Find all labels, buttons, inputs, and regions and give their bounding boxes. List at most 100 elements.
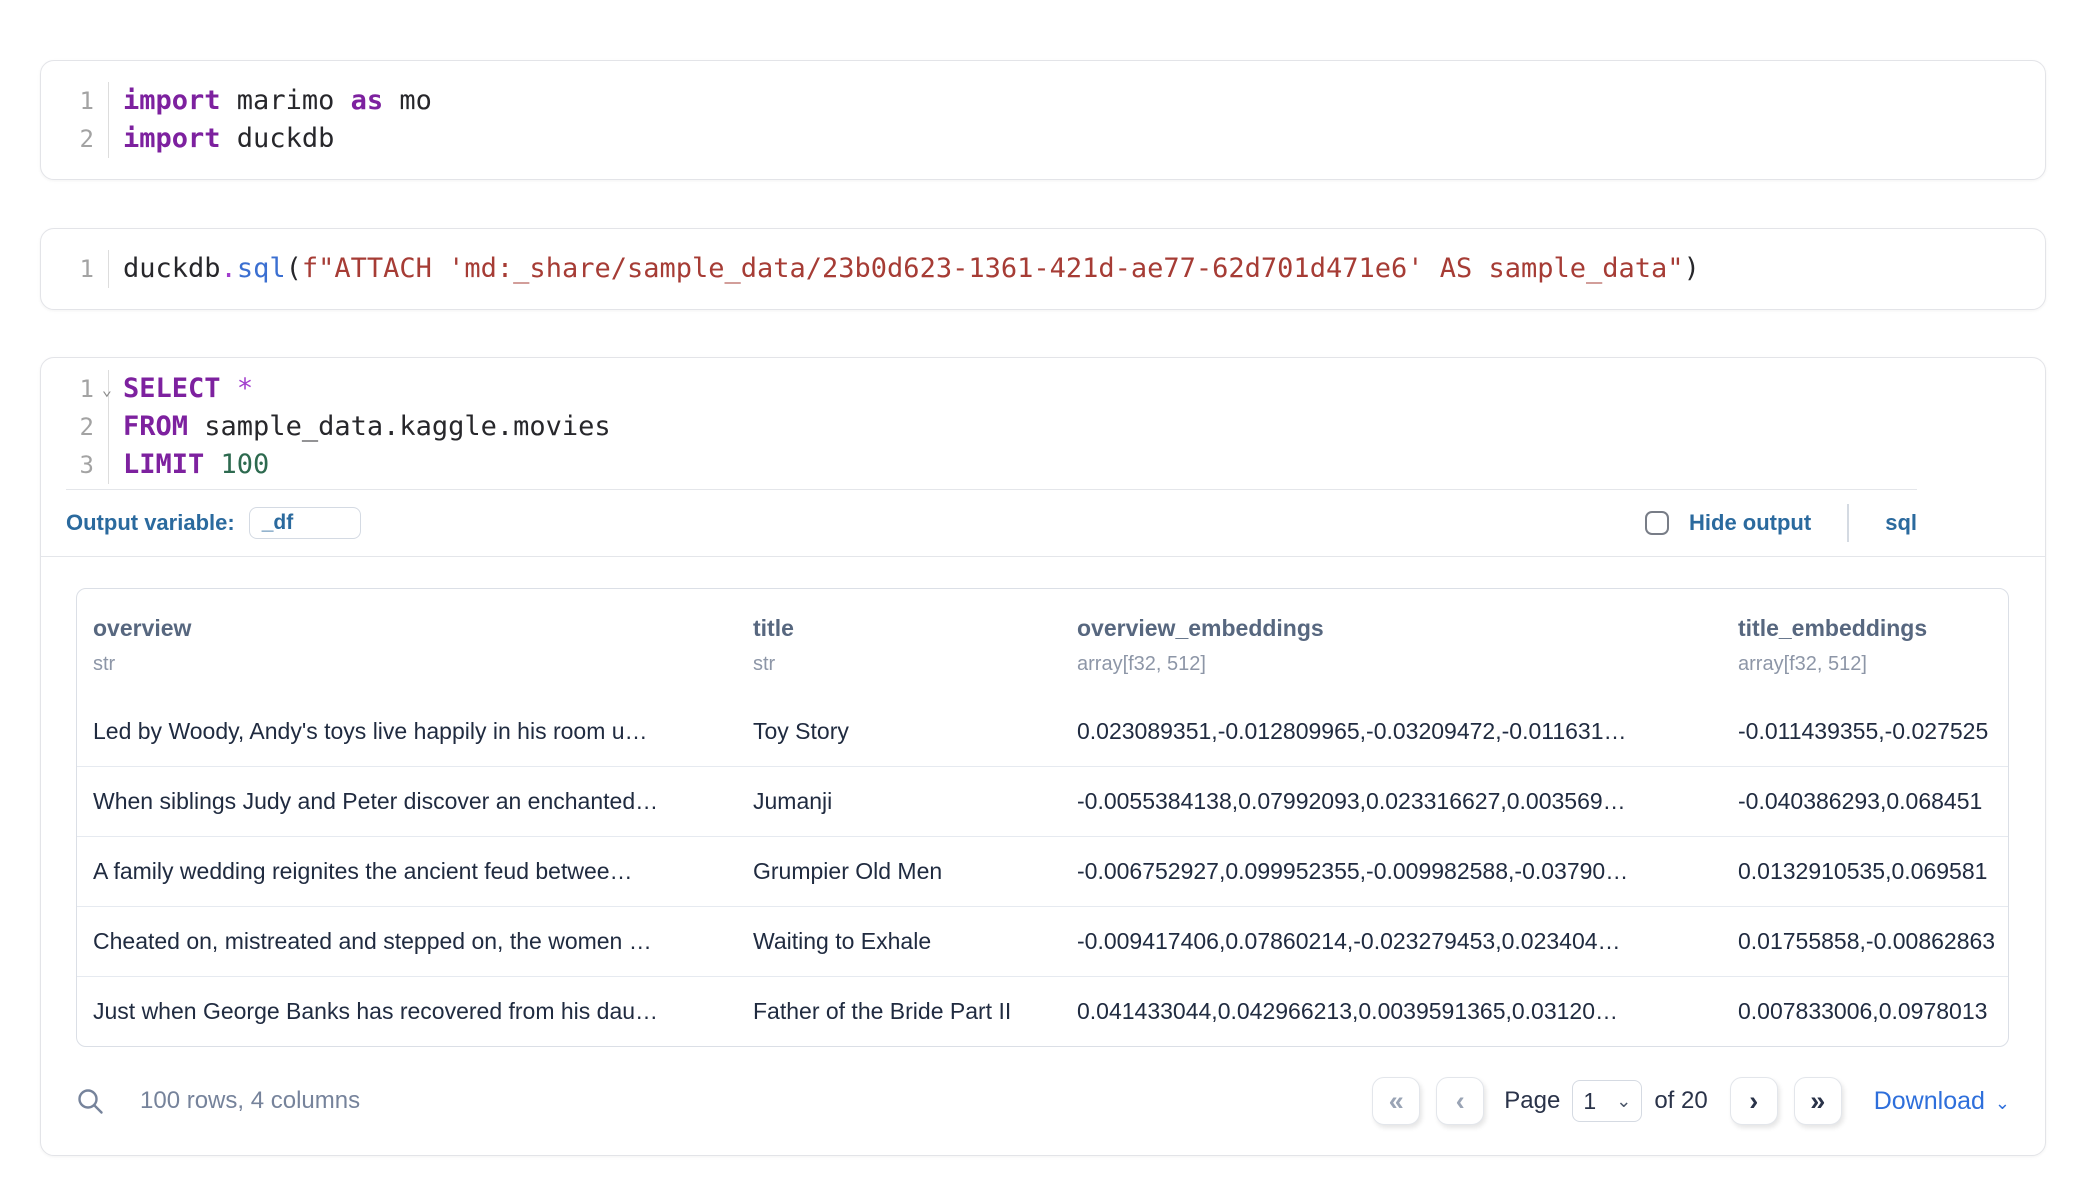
table-header-row: overview str title str overview_embeddingsar… — [77, 589, 2008, 697]
table-body: Led by Woody, Andy's toys live happily i… — [77, 697, 2008, 1046]
table-row[interactable]: When siblings Judy and Peter discover an… — [77, 766, 2008, 836]
code-token: * — [237, 373, 253, 404]
dataframe-table: overview str title str overview_embeddingsar… — [76, 588, 2009, 1047]
code-token: ) — [1684, 253, 1700, 284]
code-token: import — [123, 123, 221, 154]
code-token: sql — [237, 253, 286, 284]
next-page-button[interactable]: › — [1730, 1077, 1778, 1125]
line-number: 3 — [41, 446, 108, 484]
table-cell[interactable]: Father of the Bride Part II — [737, 977, 1061, 1046]
hide-output-checkbox[interactable] — [1645, 511, 1669, 535]
table-cell[interactable]: -0.011439355,-0.027525 — [1722, 697, 2008, 766]
table-cell[interactable]: 0.0132910535,0.069581 — [1722, 837, 2008, 906]
table-cell[interactable]: 0.01755858,-0.00862863 — [1722, 907, 2008, 976]
table-column-header[interactable]: title str — [737, 589, 1061, 697]
page-total-label: of 20 — [1654, 1087, 1707, 1115]
code-token: marimo — [221, 85, 351, 116]
line-number: 1 — [41, 250, 108, 288]
column-type: str — [93, 651, 721, 677]
chevron-down-icon: ⌄ — [1616, 1091, 1631, 1112]
line-number-gutter: 12 — [41, 82, 109, 158]
column-name: title — [753, 613, 1045, 643]
table-footer: 100 rows, 4 columns « ‹ Page 1 ⌄ of 20 ›… — [41, 1047, 2045, 1155]
table-cell[interactable]: -0.009417406,0.07860214,-0.023279453,0.0… — [1061, 907, 1722, 976]
code-token: f"ATTACH 'md:_share/sample_data/23b0d623… — [302, 253, 1684, 284]
table-cell[interactable]: -0.0055384138,0.07992093,0.023316627,0.0… — [1061, 767, 1722, 836]
table-cell[interactable]: Waiting to Exhale — [737, 907, 1061, 976]
code-token: SELECT — [123, 373, 221, 404]
code-line: FROM sample_data.kaggle.movies — [123, 408, 2045, 446]
output-variable-label: Output variable: — [66, 510, 235, 536]
double-chevron-left-icon: « — [1389, 1088, 1404, 1115]
table-cell[interactable]: -0.040386293,0.068451 — [1722, 767, 2008, 836]
column-name: overview_embeddings — [1077, 613, 1706, 643]
code-token — [204, 449, 220, 480]
pagination-controls: « ‹ Page 1 ⌄ of 20 › » Download ⌄ — [1372, 1077, 2010, 1125]
download-button[interactable]: Download ⌄ — [1874, 1087, 2010, 1116]
table-column-header[interactable]: overview_embeddings array[f32, 512] — [1061, 589, 1722, 697]
code-editor[interactable]: 1 duckdb.sql(f"ATTACH 'md:_share/sample_… — [41, 229, 2045, 309]
table-cell[interactable]: Cheated on, mistreated and stepped on, t… — [77, 907, 737, 976]
table-cell[interactable]: Toy Story — [737, 697, 1061, 766]
prev-page-button[interactable]: ‹ — [1436, 1077, 1484, 1125]
table-column-header[interactable]: overview str — [77, 589, 737, 697]
column-type: str — [753, 651, 1045, 677]
column-type: array[f32, 512] — [1077, 651, 1706, 677]
code-token: sample_data.kaggle.movies — [188, 411, 611, 442]
code-line: SELECT * — [123, 370, 2045, 408]
page-label: Page — [1504, 1087, 1560, 1115]
language-badge: sql — [1885, 510, 1917, 536]
line-number: 2 — [41, 408, 108, 446]
table-cell[interactable]: A family wedding reignites the ancient f… — [77, 837, 737, 906]
table-cell[interactable]: Led by Woody, Andy's toys live happily i… — [77, 697, 737, 766]
double-chevron-right-icon: » — [1810, 1088, 1825, 1115]
table-cell[interactable]: 0.007833006,0.0978013 — [1722, 977, 2008, 1046]
chevron-right-icon: › — [1749, 1088, 1758, 1115]
notebook-cell-attach: 1 duckdb.sql(f"ATTACH 'md:_share/sample_… — [40, 228, 2046, 310]
code-token: ( — [286, 253, 302, 284]
code-editor[interactable]: 12 import marimo as moimport duckdb — [41, 61, 2045, 179]
code-token: . — [221, 253, 237, 284]
code-token: as — [351, 85, 384, 116]
table-cell[interactable]: Jumanji — [737, 767, 1061, 836]
table-cell[interactable]: 0.023089351,-0.012809965,-0.03209472,-0.… — [1061, 697, 1722, 766]
code-line: import marimo as mo — [123, 82, 2045, 120]
column-name: overview — [93, 613, 721, 643]
table-cell[interactable]: -0.006752927,0.099952355,-0.009982588,-0… — [1061, 837, 1722, 906]
fold-toggle-icon[interactable]: ⌄ — [102, 371, 112, 409]
code-editor[interactable]: 1⌄23 SELECT *FROM sample_data.kaggle.mov… — [41, 358, 2045, 489]
table-cell[interactable]: Grumpier Old Men — [737, 837, 1061, 906]
page-number-select[interactable]: 1 ⌄ — [1572, 1080, 1642, 1122]
table-row[interactable]: Led by Woody, Andy's toys live happily i… — [77, 697, 2008, 766]
table-row[interactable]: A family wedding reignites the ancient f… — [77, 836, 2008, 906]
code-lines: SELECT *FROM sample_data.kaggle.moviesLI… — [109, 370, 2045, 484]
last-page-button[interactable]: » — [1794, 1077, 1842, 1125]
search-icon[interactable] — [76, 1087, 104, 1115]
table-cell[interactable]: When siblings Judy and Peter discover an… — [77, 767, 737, 836]
download-label: Download — [1874, 1087, 1985, 1116]
code-token: duckdb — [123, 253, 221, 284]
table-cell[interactable]: 0.041433044,0.042966213,0.0039591365,0.0… — [1061, 977, 1722, 1046]
code-line: LIMIT 100 — [123, 446, 2045, 484]
table-cell[interactable]: Just when George Banks has recovered fro… — [77, 977, 737, 1046]
code-token: mo — [383, 85, 432, 116]
notebook-cell-imports: 12 import marimo as moimport duckdb — [40, 60, 2046, 180]
first-page-button[interactable]: « — [1372, 1077, 1420, 1125]
chevron-down-icon: ⌄ — [1995, 1093, 2010, 1114]
code-token — [221, 373, 237, 404]
toolbar-separator — [1847, 504, 1849, 542]
table-column-header[interactable]: title_embeddings array[f32, 512] — [1722, 589, 2008, 697]
table-row[interactable]: Cheated on, mistreated and stepped on, t… — [77, 906, 2008, 976]
table-row[interactable]: Just when George Banks has recovered fro… — [77, 976, 2008, 1046]
cell-output-area: overview str title str overview_embeddingsar… — [41, 557, 2045, 1047]
chevron-left-icon: ‹ — [1456, 1088, 1465, 1115]
output-variable-input[interactable]: _df — [249, 507, 361, 539]
line-number: 2 — [41, 120, 108, 158]
column-type: array[f32, 512] — [1738, 651, 1992, 677]
code-token: 100 — [221, 449, 270, 480]
code-line: duckdb.sql(f"ATTACH 'md:_share/sample_da… — [123, 250, 2045, 288]
output-variable-value: _df — [262, 511, 294, 535]
line-number: 1 — [41, 82, 108, 120]
column-name: title_embeddings — [1738, 613, 1992, 643]
notebook-cell-sql: 1⌄23 SELECT *FROM sample_data.kaggle.mov… — [40, 357, 2046, 1156]
